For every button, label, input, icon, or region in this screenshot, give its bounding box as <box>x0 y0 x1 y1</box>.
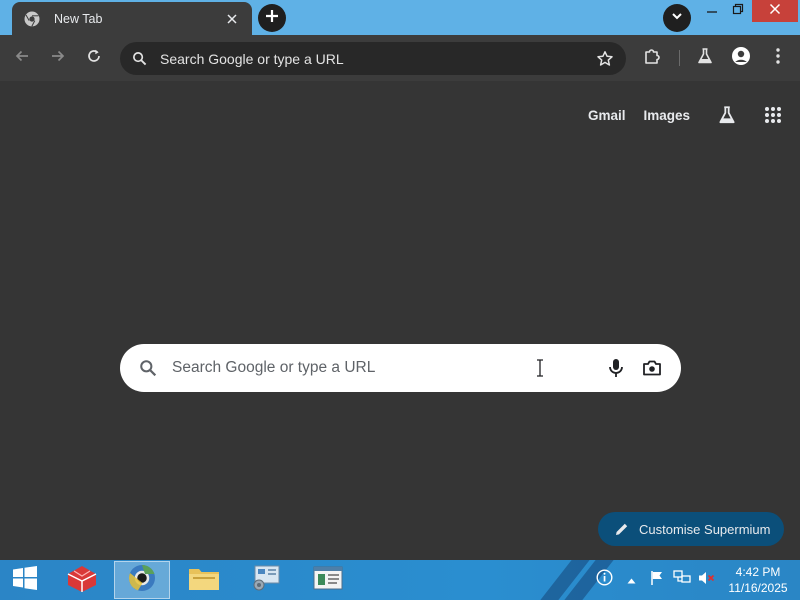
ntp-header-links: Gmail Images <box>588 104 786 126</box>
images-link[interactable]: Images <box>643 108 690 123</box>
clock-date: 11/16/2025 <box>728 581 788 595</box>
arrow-left-icon <box>14 48 30 69</box>
address-input[interactable] <box>160 50 594 67</box>
apps-grid-icon[interactable] <box>760 104 786 126</box>
document-icon <box>312 564 344 597</box>
taskbar-app[interactable] <box>300 561 356 599</box>
reload-button[interactable] <box>81 45 107 71</box>
minimize-button[interactable] <box>700 0 724 22</box>
text-cursor-icon <box>535 359 545 377</box>
network-icon <box>673 569 691 591</box>
tab-search-button[interactable] <box>663 4 691 32</box>
flask-icon <box>696 47 714 70</box>
tab-strip: New Tab <box>0 0 800 35</box>
file-explorer-icon <box>187 564 221 597</box>
pencil-icon <box>614 521 630 537</box>
taskbar-app[interactable] <box>176 561 232 599</box>
browser-toolbar <box>0 35 800 81</box>
gmail-link[interactable]: Gmail <box>588 108 626 123</box>
caret-up-icon <box>627 571 636 589</box>
customise-label: Customise Supermium <box>639 521 771 537</box>
tab-title: New Tab <box>54 11 103 26</box>
windows-logo-icon <box>12 565 38 595</box>
close-tab-icon[interactable] <box>222 9 242 29</box>
voice-search-mic-icon[interactable] <box>603 355 629 381</box>
close-icon <box>769 2 781 20</box>
taskbar-clock[interactable]: 4:42 PM 11/16/2025 <box>722 564 794 596</box>
labs-flask-icon[interactable] <box>714 104 740 126</box>
extensions-button[interactable] <box>639 45 665 71</box>
flag-icon <box>649 570 665 591</box>
search-icon <box>130 50 148 68</box>
tray-action-center[interactable] <box>646 560 668 600</box>
back-button[interactable] <box>9 45 35 71</box>
image-search-camera-icon[interactable] <box>639 355 665 381</box>
new-tab-button[interactable] <box>258 4 286 32</box>
customise-button[interactable]: Customise Supermium <box>598 512 784 546</box>
clock-time: 4:42 PM <box>735 565 781 579</box>
tray-network[interactable] <box>671 560 693 600</box>
close-window-button[interactable] <box>752 0 798 22</box>
taskbar-app[interactable] <box>54 561 110 599</box>
arrow-right-icon <box>50 48 66 69</box>
ntp-search-box[interactable] <box>120 344 681 392</box>
start-button[interactable] <box>4 560 46 600</box>
tray-info[interactable] <box>593 560 615 600</box>
labs-button[interactable] <box>692 45 718 71</box>
tray-volume[interactable] <box>696 560 718 600</box>
reload-icon <box>86 48 102 69</box>
puzzle-icon <box>643 47 661 70</box>
restore-icon <box>732 2 744 20</box>
search-icon <box>138 358 158 378</box>
tray-overflow[interactable] <box>622 560 640 600</box>
bookmark-star-icon[interactable] <box>594 48 616 70</box>
control-panel-icon <box>249 563 283 598</box>
app-icon <box>65 563 99 598</box>
profile-button[interactable] <box>728 45 754 71</box>
info-icon <box>595 569 613 591</box>
taskbar-app[interactable] <box>114 561 170 599</box>
chromium-icon <box>24 11 40 27</box>
account-icon <box>731 46 751 71</box>
tab-new-tab[interactable]: New Tab <box>12 2 252 35</box>
browser-icon <box>126 562 158 599</box>
toolbar-separator <box>679 50 680 66</box>
minimize-icon <box>706 2 718 20</box>
forward-button[interactable] <box>45 45 71 71</box>
menu-button[interactable] <box>765 45 791 71</box>
address-bar[interactable] <box>120 42 626 75</box>
volume-muted-icon <box>698 570 716 591</box>
taskbar-app[interactable] <box>238 561 294 599</box>
plus-icon <box>265 9 279 28</box>
ntp-search-input[interactable] <box>172 359 535 377</box>
more-vert-icon <box>775 47 781 70</box>
windows-taskbar: 4:42 PM 11/16/2025 <box>0 560 800 600</box>
chevron-down-icon <box>671 9 683 27</box>
restore-button[interactable] <box>726 0 750 22</box>
